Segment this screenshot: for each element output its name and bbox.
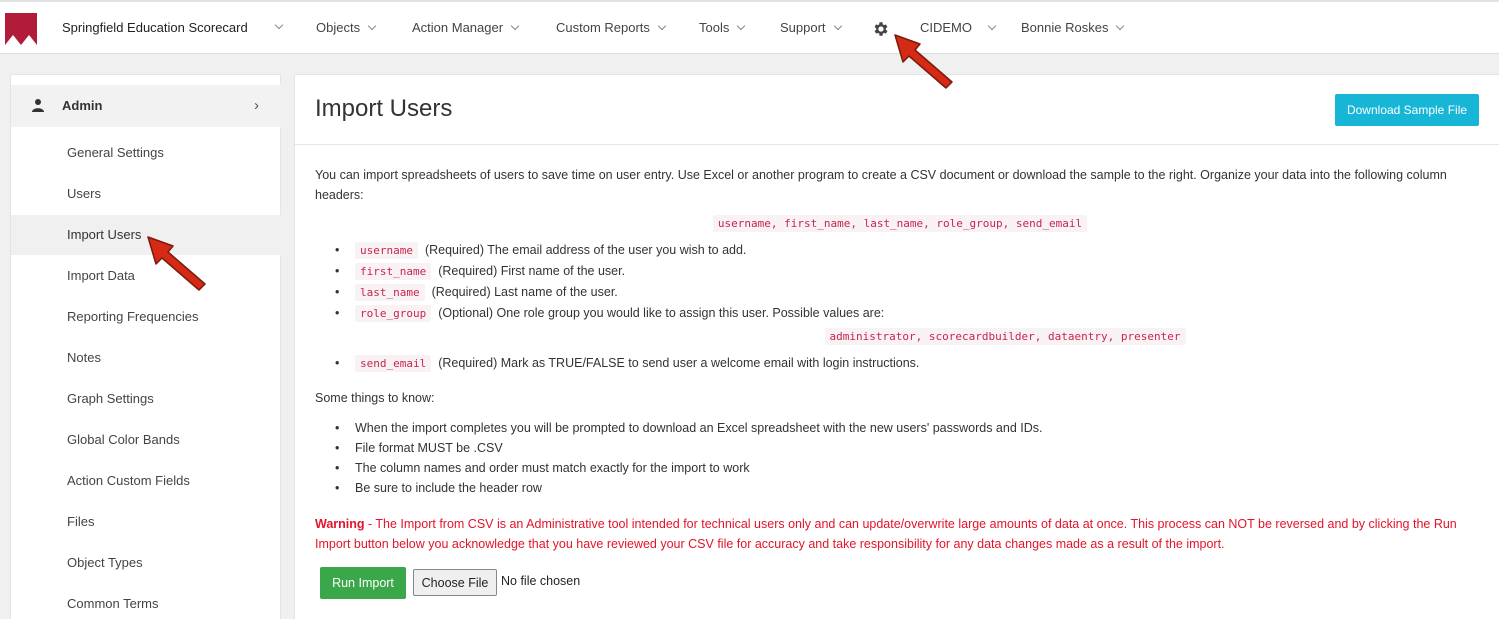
field-desc: (Required) Mark as TRUE/FALSE to send us… [438,356,920,370]
user-menu[interactable]: Bonnie Roskes [1021,20,1125,35]
warning-message: Warning - The Import from CSV is an Admi… [315,514,1485,554]
nav-support[interactable]: Support [780,20,842,35]
warning-text: - The Import from CSV is an Administrati… [315,517,1457,551]
role-values-row: administrator, scorecardbuilder, dataent… [355,326,1485,347]
app-logo[interactable] [5,13,37,45]
intro-text: You can import spreadsheets of users to … [315,168,1447,202]
file-status: No file chosen [501,574,581,588]
sidebar-item-label: General Settings [67,145,164,160]
chevron-down-icon [367,21,377,30]
page-title: Import Users [315,95,453,122]
field-code: username [355,242,418,259]
nav-label: Action Manager [412,20,504,35]
user-icon [32,99,44,112]
nav-objects[interactable]: Objects [316,20,377,35]
field-desc: (Required) The email address of the user… [424,243,747,257]
nav-tools[interactable]: Tools [699,20,746,35]
chevron-down-icon [1116,21,1125,30]
brand-name[interactable]: Springfield Education Scorecard [62,20,248,35]
sidebar-item-label: Notes [67,350,101,365]
user-name: Bonnie Roskes [1021,20,1109,35]
sidebar-item-common-terms[interactable]: Common Terms [11,584,281,619]
field-desc: (Optional) One role group you would like… [438,306,885,320]
list-item: role_group (Optional) One role group you… [335,303,1485,347]
field-code: send_email [355,355,432,372]
chevron-down-icon [833,21,842,30]
list-item: When the import completes you will be pr… [335,418,1485,438]
sidebar-item-object-types[interactable]: Object Types [11,543,281,583]
sidebar-item-import-users[interactable]: Import Users [11,215,281,255]
panel-header: Import Users Download Sample File [295,75,1499,145]
sidebar-section-admin[interactable]: Admin › [11,85,281,127]
sidebar-item-reporting-frequencies[interactable]: Reporting Frequencies [11,297,281,337]
know-title: Some things to know: [315,391,435,405]
sidebar-item-label: Global Color Bands [67,432,180,447]
sidebar-item-label: Import Data [67,268,135,283]
sidebar-item-label: Common Terms [67,596,159,611]
main-panel: Import Users Download Sample File You ca… [294,74,1499,619]
list-item: send_email (Required) Mark as TRUE/FALSE… [335,353,1485,374]
sidebar-item-files[interactable]: Files [11,502,281,542]
list-item: The column names and order must match ex… [335,458,1485,478]
chevron-down-icon[interactable] [274,20,284,30]
run-import-button[interactable]: Run Import [320,567,406,599]
nav-action-manager[interactable]: Action Manager [412,20,520,35]
sidebar-item-label: Import Users [67,227,142,242]
sidebar-item-label: Reporting Frequencies [67,309,199,324]
field-code: first_name [355,263,432,280]
sidebar-item-global-color-bands[interactable]: Global Color Bands [11,420,281,460]
warning-label: Warning [315,517,365,531]
field-code: last_name [355,284,425,301]
nav-label: Custom Reports [556,20,650,35]
choose-file-button[interactable]: Choose File [413,569,497,596]
nav-custom-reports[interactable]: Custom Reports [556,20,667,35]
field-list: username (Required) The email address of… [335,240,1485,374]
top-navbar: Springfield Education Scorecard Objects … [0,0,1499,54]
sidebar-item-label: Files [67,514,95,529]
sidebar-item-graph-settings[interactable]: Graph Settings [11,379,281,419]
nav-label: Objects [316,20,361,35]
sidebar-item-users[interactable]: Users [11,174,281,214]
header-columns-row: username, first_name, last_name, role_gr… [315,213,1485,234]
org-switcher[interactable]: CIDEMO [920,20,997,35]
org-label: CIDEMO [920,20,972,35]
chevron-down-icon [987,21,997,30]
field-desc: (Required) First name of the user. [438,264,626,278]
list-item: username (Required) The email address of… [335,240,1485,261]
sidebar-item-import-data[interactable]: Import Data [11,256,281,296]
download-sample-button[interactable]: Download Sample File [1335,94,1479,126]
list-item: Be sure to include the header row [335,478,1485,498]
chevron-down-icon [510,21,520,30]
sidebar-item-notes[interactable]: Notes [11,338,281,378]
admin-sidebar: Admin › General Settings Users Import Us… [10,74,281,619]
field-code: role_group [355,305,432,322]
header-columns-code: username, first_name, last_name, role_gr… [712,215,1088,232]
nav-label: Support [780,20,826,35]
sidebar-item-label: Action Custom Fields [67,473,190,488]
sidebar-item-label: Users [67,186,101,201]
role-values-code: administrator, scorecardbuilder, dataent… [824,328,1186,345]
list-item: last_name (Required) Last name of the us… [335,282,1485,303]
list-item: File format MUST be .CSV [335,438,1485,458]
field-desc: (Required) Last name of the user. [431,285,618,299]
sidebar-item-label: Object Types [67,555,143,570]
sidebar-section-label: Admin [62,98,103,113]
list-item: first_name (Required) First name of the … [335,261,1485,282]
sidebar-item-label: Graph Settings [67,391,154,406]
sidebar-item-general-settings[interactable]: General Settings [11,133,281,173]
tips-list: When the import completes you will be pr… [335,418,1485,498]
nav-label: Tools [699,20,730,35]
chevron-down-icon [657,21,667,30]
chevron-right-icon: › [254,97,259,114]
chevron-down-icon [737,21,746,30]
gear-icon[interactable] [872,20,890,38]
import-instructions: You can import spreadsheets of users to … [315,165,1485,554]
sidebar-item-action-custom-fields[interactable]: Action Custom Fields [11,461,281,501]
